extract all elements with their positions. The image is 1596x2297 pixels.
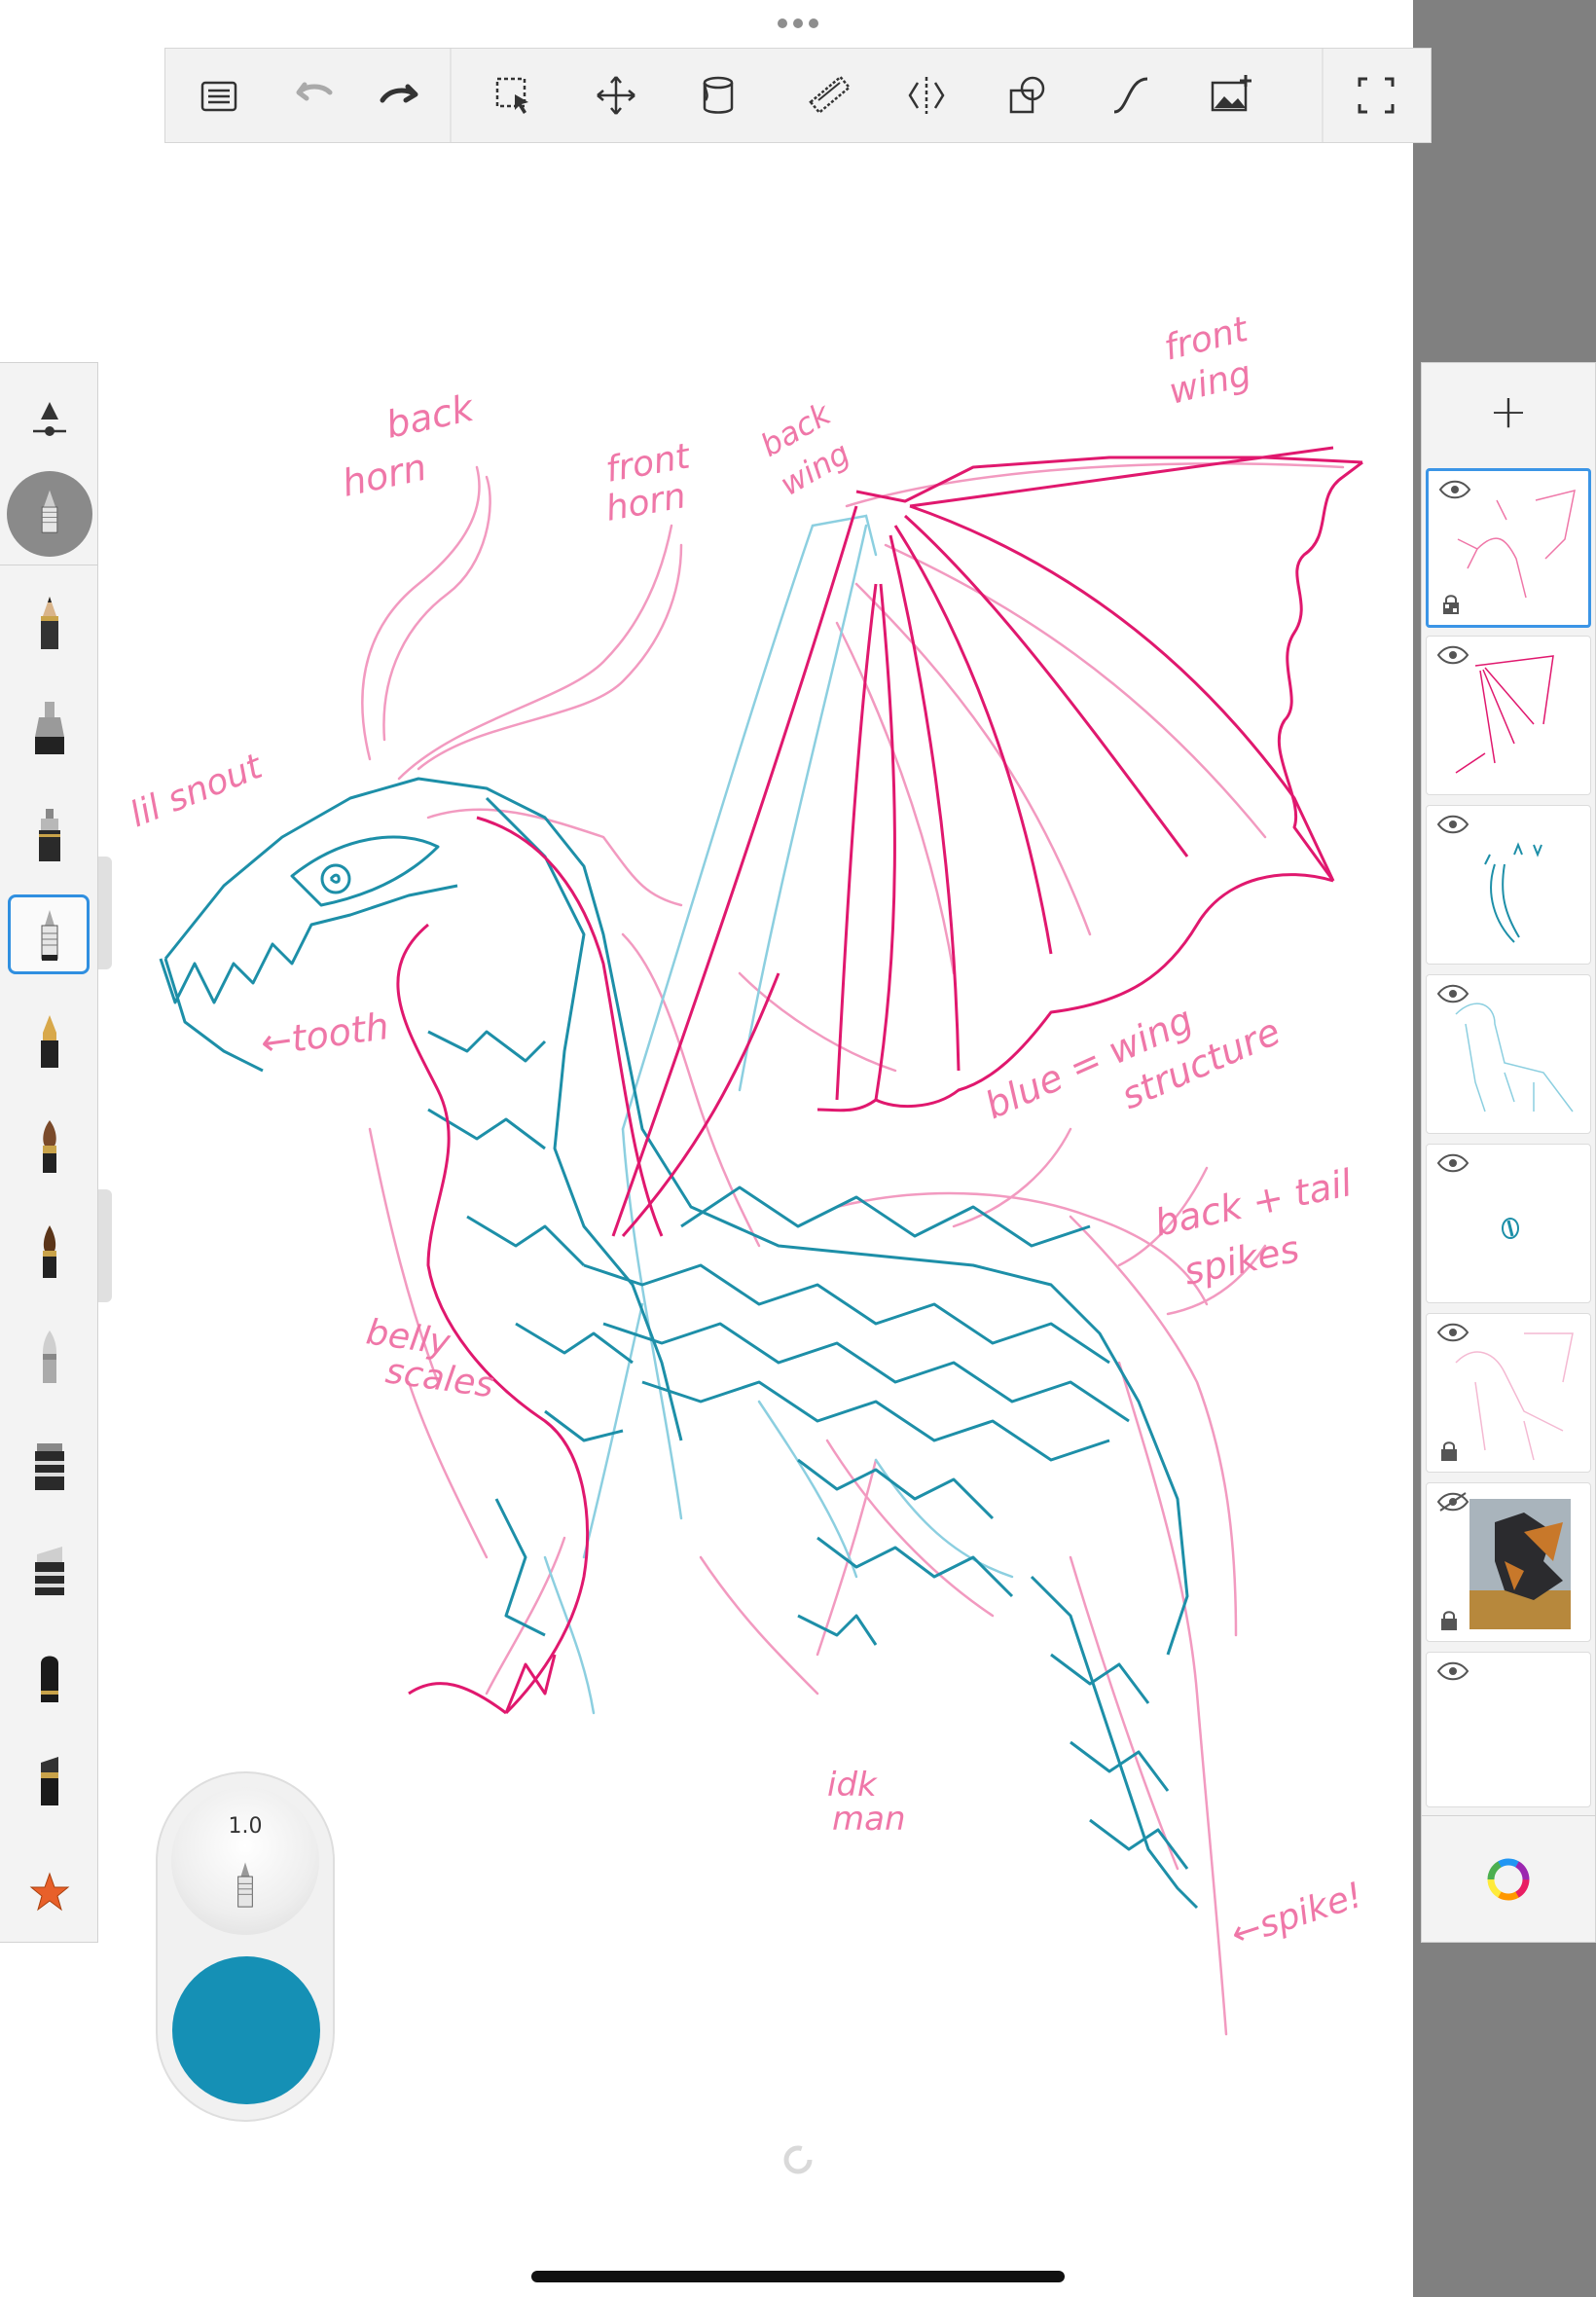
brush-properties-icon[interactable] [0, 383, 98, 460]
layer-5-thumbnail [1502, 1218, 1519, 1239]
top-toolbar [164, 48, 1432, 143]
lock-icon[interactable] [1438, 1440, 1460, 1462]
list-icon[interactable] [180, 49, 258, 142]
color-wheel-button[interactable] [1422, 1815, 1595, 1943]
symmetry-icon[interactable] [888, 49, 965, 142]
paint-bucket-icon[interactable] [679, 49, 757, 142]
layer-4[interactable] [1426, 974, 1591, 1134]
marker-icon[interactable] [0, 680, 98, 778]
add-image-icon[interactable] [1192, 49, 1270, 142]
palette-drag-tab-bottom[interactable] [98, 1189, 112, 1302]
eye-icon[interactable] [1438, 479, 1471, 500]
brush-color-swatch[interactable] [172, 1956, 320, 2104]
sketch-annotations: back horn front horn back wing front win… [125, 310, 1367, 1955]
eye-icon[interactable] [1436, 814, 1469, 835]
favorites-star-icon[interactable] [0, 1842, 98, 1940]
layer-1[interactable] [1426, 468, 1591, 628]
layer-6[interactable] [1426, 1313, 1591, 1473]
shapes-icon[interactable] [989, 49, 1067, 142]
layers-panel: + [1421, 362, 1596, 1943]
home-indicator[interactable] [531, 2271, 1065, 2282]
sketchbook-app: back horn front horn back wing front win… [0, 0, 1596, 2297]
flat-brush-icon[interactable] [0, 1732, 98, 1829]
note-idk-2: man [832, 1800, 906, 1839]
eraser-icon[interactable] [0, 1521, 98, 1619]
eye-icon[interactable] [1436, 1660, 1469, 1682]
layer-7[interactable] [1426, 1482, 1591, 1642]
note-idk: idk [827, 1766, 878, 1805]
layer-4-thumbnail [1455, 1003, 1574, 1112]
layer-3-thumbnail [1484, 842, 1542, 943]
magenta-ink-strokes [396, 446, 1363, 1715]
blue-structure-strokes [543, 514, 1014, 1715]
eye-icon[interactable] [1436, 983, 1469, 1004]
selection-icon[interactable] [475, 49, 553, 142]
layer-3[interactable] [1426, 805, 1591, 965]
eye-icon[interactable] [1436, 1322, 1469, 1343]
note-spike: ←spike! [1226, 1876, 1367, 1955]
brush-palette [0, 362, 98, 1943]
stamp-icon[interactable] [0, 1416, 98, 1513]
layer-5[interactable] [1426, 1144, 1591, 1303]
paintbrush-icon[interactable] [0, 1099, 98, 1196]
note-back-tail-2: spikes [1180, 1227, 1303, 1294]
note-back-horn: back [382, 386, 479, 447]
brush-size-control[interactable]: 1.0 [171, 1787, 319, 1935]
ruler-icon[interactable] [790, 49, 868, 142]
lock-icon[interactable] [1438, 1610, 1460, 1631]
ink-pen-icon[interactable] [0, 787, 98, 885]
fullscreen-icon[interactable] [1337, 49, 1415, 142]
layer-8[interactable] [1426, 1652, 1591, 1807]
note-back-horn-2: horn [339, 446, 430, 505]
chisel-icon[interactable] [0, 1628, 98, 1726]
curve-icon[interactable] [1092, 49, 1170, 142]
active-brush-icon[interactable] [0, 468, 98, 560]
note-back-tail: back + tail [1151, 1161, 1357, 1245]
palette-drag-tab-top[interactable] [98, 857, 112, 969]
loading-spinner-icon [783, 2145, 813, 2174]
note-tooth: ←tooth [258, 1004, 391, 1065]
plus-icon: + [1488, 384, 1529, 439]
more-options-dots[interactable] [769, 14, 827, 33]
undo-icon[interactable] [272, 49, 350, 142]
color-wheel-icon [1487, 1858, 1530, 1901]
dark-brush-icon[interactable] [0, 1204, 98, 1301]
eye-icon[interactable] [1436, 1152, 1469, 1174]
brush-puck[interactable]: 1.0 [156, 1771, 335, 2122]
puck-brush-icon [237, 1862, 253, 1908]
technical-pen-icon[interactable] [0, 889, 98, 986]
add-layer-button[interactable]: + [1422, 363, 1595, 460]
fountain-pen-icon[interactable] [0, 994, 98, 1091]
move-icon[interactable] [577, 49, 655, 142]
layer-2[interactable] [1426, 636, 1591, 795]
note-lil-snout: lil snout [125, 746, 270, 835]
brush-size-label: 1.0 [228, 1814, 263, 1839]
pencil-icon[interactable] [0, 575, 98, 673]
note-belly-2: scales [383, 1351, 496, 1405]
eye-icon[interactable] [1436, 644, 1469, 666]
layer-2-thumbnail [1455, 655, 1554, 774]
alpha-lock-icon[interactable] [1440, 594, 1462, 615]
redo-icon[interactable] [362, 49, 440, 142]
eye-hidden-icon[interactable] [1436, 1491, 1469, 1513]
airbrush-icon[interactable] [0, 1309, 98, 1406]
